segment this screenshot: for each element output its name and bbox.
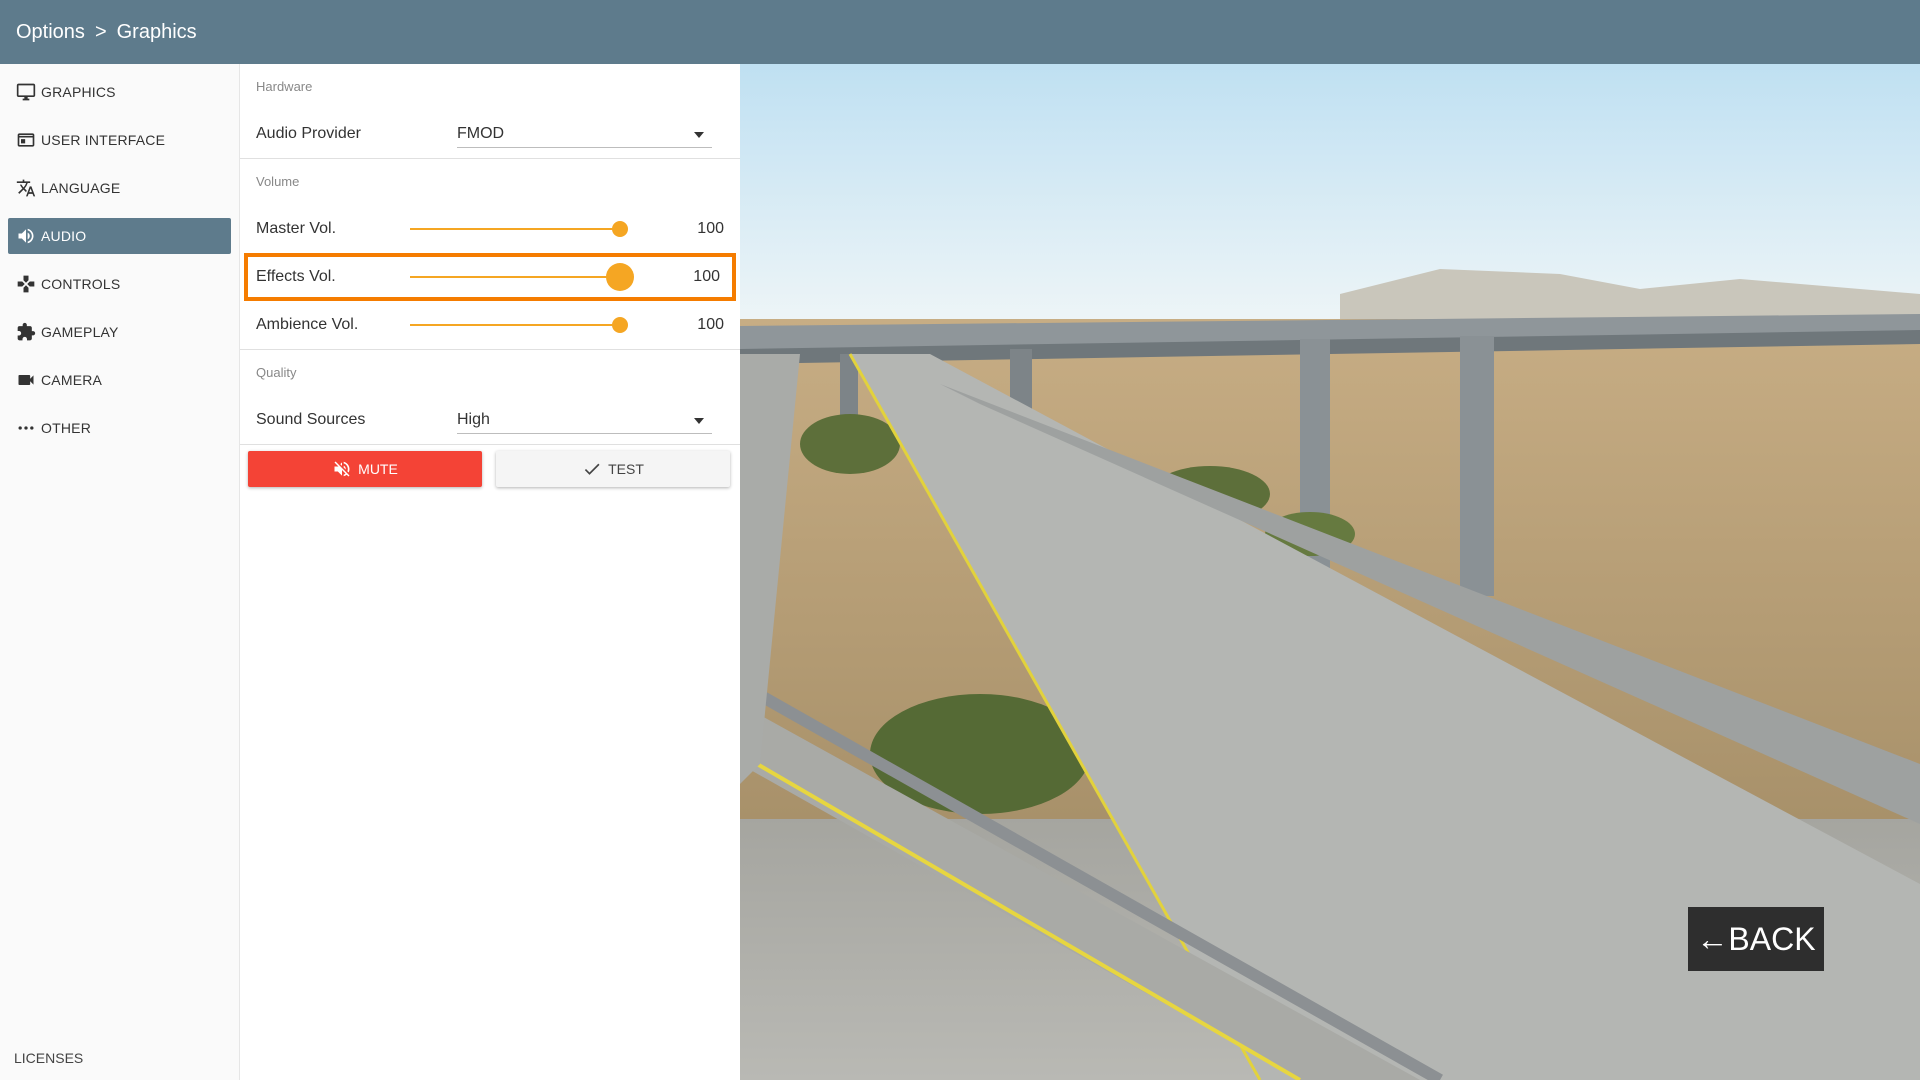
audio-settings-panel: Hardware Audio Provider FMOD Volume Mast… bbox=[240, 64, 740, 1080]
slider-thumb[interactable] bbox=[612, 317, 628, 333]
audio-provider-value: FMOD bbox=[457, 124, 505, 142]
test-button[interactable]: TEST bbox=[496, 451, 730, 487]
gamepad-icon bbox=[15, 273, 37, 295]
effects-volume-row: Effects Vol. 100 bbox=[244, 253, 736, 301]
sidebar-item-controls[interactable]: CONTROLS bbox=[8, 266, 231, 302]
sidebar-item-label: AUDIO bbox=[41, 228, 87, 244]
sidebar-item-label: LANGUAGE bbox=[41, 180, 121, 196]
sidebar-item-audio[interactable]: AUDIO bbox=[8, 218, 231, 254]
test-button-label: TEST bbox=[608, 461, 644, 477]
effects-volume-slider[interactable] bbox=[410, 263, 634, 291]
section-volume-label: Volume bbox=[256, 174, 300, 189]
ambience-volume-row: Ambience Vol. 100 bbox=[240, 301, 740, 349]
audio-provider-label: Audio Provider bbox=[256, 125, 361, 142]
ambience-volume-value: 100 bbox=[697, 316, 724, 333]
slider-thumb[interactable] bbox=[612, 221, 628, 237]
sidebar-item-label: CAMERA bbox=[41, 372, 103, 388]
window-icon bbox=[15, 129, 37, 151]
sidebar-item-language[interactable]: LANGUAGE bbox=[8, 170, 231, 206]
master-volume-value: 100 bbox=[697, 220, 724, 237]
check-icon bbox=[584, 463, 600, 475]
translate-icon bbox=[15, 177, 37, 199]
sound-sources-row: Sound Sources High bbox=[240, 396, 740, 444]
volume-off-icon bbox=[334, 461, 350, 477]
sidebar-item-camera[interactable]: CAMERA bbox=[8, 362, 231, 398]
sidebar-item-label: OTHER bbox=[41, 420, 91, 436]
arrow-left-icon: ← bbox=[1696, 920, 1729, 957]
mute-button-label: MUTE bbox=[358, 461, 398, 477]
breadcrumb-graphics[interactable]: Graphics bbox=[117, 21, 197, 44]
video-camera-icon bbox=[15, 369, 37, 391]
breadcrumb-separator: > bbox=[94, 20, 107, 43]
action-buttons: MUTE TEST bbox=[240, 445, 740, 487]
monitor-icon bbox=[15, 81, 37, 103]
sound-sources-value: High bbox=[457, 410, 490, 428]
sound-sources-label: Sound Sources bbox=[256, 411, 366, 428]
sound-sources-select[interactable]: High bbox=[457, 406, 712, 434]
sidebar-item-other[interactable]: OTHER bbox=[8, 410, 231, 446]
master-volume-row: Master Vol. 100 bbox=[240, 205, 740, 253]
speaker-icon bbox=[15, 225, 37, 247]
back-button[interactable]: ← BACK bbox=[1688, 907, 1824, 971]
licenses-link[interactable]: LICENSES bbox=[14, 1050, 83, 1066]
sidebar-item-label: USER INTERFACE bbox=[41, 132, 166, 148]
puzzle-icon bbox=[15, 321, 37, 343]
sidebar-item-label: CONTROLS bbox=[41, 276, 121, 292]
sidebar-item-gameplay[interactable]: GAMEPLAY bbox=[8, 314, 231, 350]
header-bar: Options > Graphics bbox=[0, 0, 1920, 64]
section-quality-label: Quality bbox=[256, 365, 297, 380]
ambience-volume-slider[interactable] bbox=[410, 317, 628, 333]
mute-button[interactable]: MUTE bbox=[248, 451, 482, 487]
sidebar-item-user-interface[interactable]: USER INTERFACE bbox=[8, 122, 231, 158]
sidebar-item-graphics[interactable]: GRAPHICS bbox=[8, 74, 231, 110]
sidebar-item-label: GRAPHICS bbox=[41, 84, 116, 100]
audio-provider-select[interactable]: FMOD bbox=[457, 120, 712, 148]
section-hardware-label: Hardware bbox=[256, 79, 313, 94]
audio-provider-row: Audio Provider FMOD bbox=[240, 110, 740, 158]
sidebar: GRAPHICS USER INTERFACE LANGUAGE AUDIO C… bbox=[0, 64, 240, 1080]
breadcrumb-options[interactable]: Options bbox=[16, 21, 85, 44]
sidebar-item-label: GAMEPLAY bbox=[41, 324, 119, 340]
back-button-label: BACK bbox=[1728, 920, 1816, 957]
effects-volume-value: 100 bbox=[693, 268, 720, 285]
more-dots-icon bbox=[15, 417, 37, 439]
slider-thumb[interactable] bbox=[606, 263, 634, 291]
dropdown-arrow-icon bbox=[694, 132, 704, 138]
master-volume-slider[interactable] bbox=[410, 221, 628, 237]
dropdown-arrow-icon bbox=[694, 418, 704, 424]
